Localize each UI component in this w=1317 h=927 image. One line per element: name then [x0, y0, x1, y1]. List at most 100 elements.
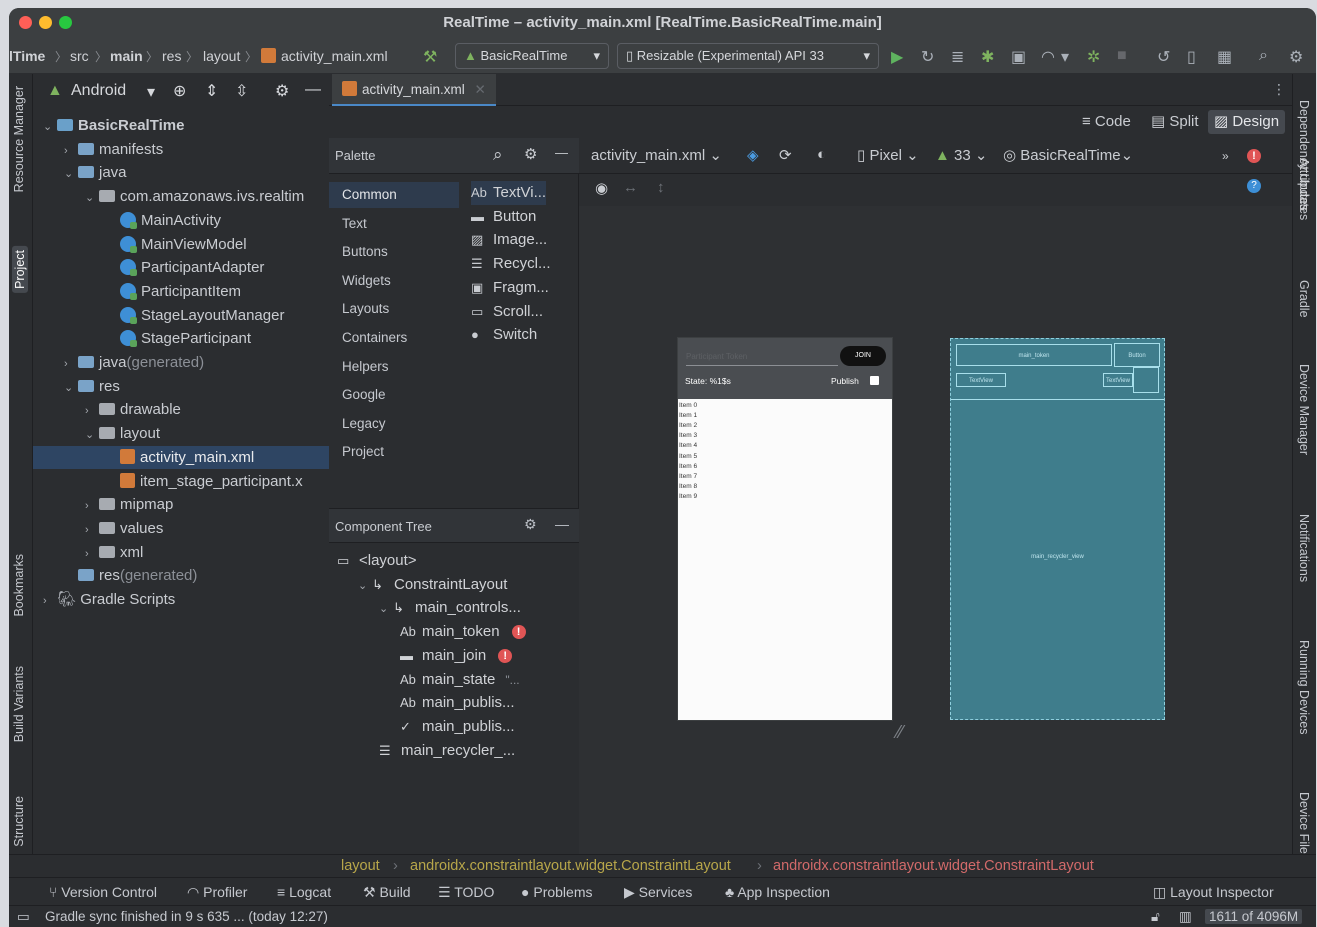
collapse-arrow-icon[interactable]: ›: [85, 495, 99, 518]
design-preview[interactable]: Participant Token JOIN State: %1$s Publi…: [678, 338, 892, 720]
hammer-build-icon[interactable]: ⚒: [423, 47, 437, 67]
lock-icon[interactable]: 🔓︎: [1151, 909, 1160, 925]
project-tree-row[interactable]: › java(generated): [33, 351, 329, 374]
project-tree-row[interactable]: ⌄ com.amazonaws.ivs.realtim: [33, 185, 329, 208]
project-view-selector[interactable]: Android: [71, 82, 126, 100]
gear-icon[interactable]: ⚙: [275, 81, 289, 101]
apply-changes-icon[interactable]: ↻: [921, 47, 934, 67]
palette-category-helpers[interactable]: Helpers: [329, 354, 459, 380]
component-tree-row[interactable]: ▭ <layout>: [337, 549, 417, 573]
status-window-icon[interactable]: ▭: [17, 909, 30, 925]
api-level-selector[interactable]: ▲ 33 ⌄: [935, 146, 987, 164]
gear-icon[interactable]: ⚙: [524, 145, 537, 163]
palette-category-containers[interactable]: Containers: [329, 325, 459, 351]
resize-handle[interactable]: ⁄⁄: [897, 722, 919, 744]
logcat-tab[interactable]: ≡ Logcat: [277, 884, 331, 900]
run-config-selector[interactable]: ▲ BasicRealTime ▾: [455, 43, 609, 69]
debug-icon[interactable]: ✱: [981, 47, 994, 67]
chevron-down-icon[interactable]: ▾: [1061, 47, 1069, 67]
device-selector[interactable]: ▯ Resizable (Experimental) API 33 ▾: [617, 43, 879, 69]
settings-gear-icon[interactable]: ⚙: [1289, 47, 1303, 67]
breadcrumb-project[interactable]: lTime: [9, 48, 45, 64]
close-window-button[interactable]: [19, 16, 32, 29]
design-canvas[interactable]: Participant Token JOIN State: %1$s Publi…: [579, 206, 1292, 854]
blueprint-preview[interactable]: main_token Button TextView TextView main…: [950, 338, 1165, 720]
horizontal-resize-icon[interactable]: ↔: [623, 179, 638, 196]
publish-checkbox[interactable]: [870, 376, 879, 385]
project-tree-row[interactable]: ⌄ java: [33, 161, 329, 184]
error-icon[interactable]: !: [1247, 147, 1261, 164]
device-preview-selector[interactable]: ▯ Pixel ⌄: [857, 146, 919, 164]
build-variants-tab[interactable]: Build Variants: [12, 666, 26, 742]
palette-category-layouts[interactable]: Layouts: [329, 296, 459, 322]
collapse-arrow-icon[interactable]: ›: [85, 543, 99, 566]
component-tree-row[interactable]: ⌄ ↳ ConstraintLayout: [358, 573, 507, 597]
palette-item[interactable]: ● Switch: [471, 323, 537, 347]
project-tree-row[interactable]: MainViewModel: [33, 233, 329, 256]
stop-icon[interactable]: ■: [1117, 47, 1127, 65]
tab-activity-main[interactable]: activity_main.xml ✕: [332, 74, 496, 106]
collapse-arrow-icon[interactable]: ›: [43, 590, 57, 613]
search-icon[interactable]: ⌕: [493, 145, 503, 165]
close-tab-icon[interactable]: ✕: [475, 82, 486, 97]
chevron-down-icon[interactable]: ▾: [147, 82, 155, 102]
project-tree-row[interactable]: › xml: [33, 541, 329, 564]
expand-all-icon[interactable]: ⇕: [205, 81, 218, 101]
apply-code-changes-icon[interactable]: ≣: [951, 47, 964, 67]
project-tree-row[interactable]: ⌄ layout: [33, 422, 329, 445]
problems-tab[interactable]: ● Problems: [521, 884, 593, 900]
project-tree-row[interactable]: item_stage_participant.x: [33, 470, 329, 493]
collapse-arrow-icon[interactable]: ›: [85, 519, 99, 542]
project-tree-row[interactable]: MainActivity: [33, 209, 329, 232]
build-tab[interactable]: ⚒ Build: [363, 884, 411, 901]
palette-item[interactable]: ☰ Recycl...: [471, 252, 551, 276]
palette-category-common[interactable]: Common: [329, 182, 459, 208]
project-tree-row[interactable]: ParticipantItem: [33, 280, 329, 303]
breadcrumb-file[interactable]: activity_main.xml: [261, 48, 388, 64]
palette-item[interactable]: ▨ Image...: [471, 228, 547, 252]
resource-manager-tab[interactable]: Resource Manager: [12, 86, 26, 192]
project-tree-row[interactable]: › 🐘︎ Gradle Scripts: [33, 588, 329, 611]
project-tree-row[interactable]: StageParticipant: [33, 327, 329, 350]
version-control-tab[interactable]: ⑂ Version Control: [49, 884, 157, 900]
vertical-resize-icon[interactable]: ↕: [657, 179, 665, 196]
expand-arrow-icon[interactable]: ⌄: [85, 424, 99, 447]
project-tree-row[interactable]: ⌄ res: [33, 375, 329, 398]
project-tree-row[interactable]: StageLayoutManager: [33, 304, 329, 327]
design-mode-button[interactable]: ▨ Design: [1208, 110, 1286, 134]
palette-item[interactable]: ▭ Scroll...: [471, 300, 543, 324]
attach-debugger-icon[interactable]: ▣: [1011, 47, 1026, 67]
join-button[interactable]: JOIN: [840, 346, 886, 366]
component-tree-row[interactable]: ✓ main_publis...: [400, 715, 515, 739]
device-manager-icon[interactable]: ▯: [1187, 47, 1196, 67]
minimize-window-button[interactable]: [39, 16, 52, 29]
component-tree-row[interactable]: ▬ main_join!: [400, 644, 513, 668]
expand-arrow-icon[interactable]: ⌄: [64, 163, 78, 186]
split-mode-button[interactable]: ▤ Split: [1145, 110, 1205, 134]
sdk-manager-icon[interactable]: ▦: [1217, 47, 1232, 67]
hide-panel-icon[interactable]: —: [555, 516, 569, 532]
design-surface-icon[interactable]: ◈: [747, 146, 759, 164]
expand-arrow-icon[interactable]: ⌄: [358, 574, 372, 598]
error-icon[interactable]: !: [498, 648, 513, 663]
project-tree-row[interactable]: › manifests: [33, 138, 329, 161]
project-tree-row[interactable]: › values: [33, 517, 329, 540]
palette-category-buttons[interactable]: Buttons: [329, 239, 459, 265]
notifications-tab[interactable]: Notifications: [1297, 514, 1311, 582]
services-tab[interactable]: ▶ Services: [624, 884, 692, 901]
project-tree-row[interactable]: activity_main.xml: [33, 445, 329, 469]
collapse-arrow-icon[interactable]: ›: [64, 353, 78, 376]
component-tree-row[interactable]: Ab main_state "...: [400, 668, 520, 692]
breadcrumb-res[interactable]: res: [162, 48, 181, 64]
palette-category-google[interactable]: Google: [329, 382, 459, 408]
profile-icon[interactable]: ◠: [1041, 47, 1055, 67]
run-icon[interactable]: ▶: [891, 47, 903, 67]
palette-item[interactable]: ▬ Button: [471, 205, 536, 229]
component-tree-row[interactable]: Ab main_publis...: [400, 691, 515, 715]
locate-target-icon[interactable]: ⊕: [173, 81, 186, 101]
gear-icon[interactable]: ⚙: [524, 516, 537, 533]
palette-category-widgets[interactable]: Widgets: [329, 268, 459, 294]
collapse-all-icon[interactable]: ⇳: [235, 81, 248, 101]
expand-arrow-icon[interactable]: ⌄: [43, 116, 57, 139]
sync-gradle-icon[interactable]: ↺: [1157, 47, 1170, 67]
